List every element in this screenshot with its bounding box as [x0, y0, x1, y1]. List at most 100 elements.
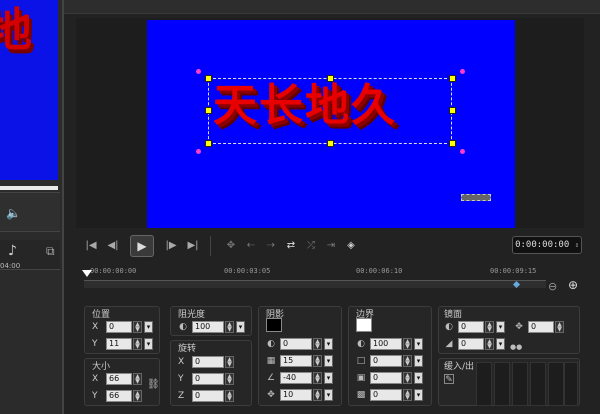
fade-column[interactable]	[548, 362, 564, 406]
fade-column[interactable]	[512, 362, 528, 406]
fade-column[interactable]	[476, 362, 492, 406]
transform-icon[interactable]: ⇥	[322, 237, 340, 255]
align-right-icon[interactable]: ⇢	[262, 237, 280, 255]
mirror-move-stepper[interactable]: ▲ ▼	[555, 321, 564, 333]
border-fill-stepper[interactable]: ▲ ▼	[403, 372, 412, 384]
resize-handle-top-left[interactable]	[205, 75, 212, 82]
preview-canvas[interactable]: 天长地久	[147, 20, 515, 228]
shadow-distance-input[interactable]: 10	[280, 389, 312, 401]
link-icon[interactable]: ⛓	[147, 380, 160, 390]
swap-icon[interactable]: ⇄	[282, 237, 300, 255]
opacity-dropdown[interactable]: ▾	[236, 321, 245, 333]
shadow-angle-input[interactable]: -40	[280, 372, 312, 384]
border-fill-input[interactable]: 0	[370, 372, 402, 384]
fade-edit-icon[interactable]: ✎	[444, 374, 454, 385]
align-left-icon[interactable]: ⇠	[242, 237, 260, 255]
timecode-display[interactable]: 0:00:00:00 ⇕	[512, 236, 582, 254]
shadow-opacity-input[interactable]: 0	[280, 338, 312, 350]
border-soft-stepper[interactable]: ▲ ▼	[403, 389, 412, 401]
opacity-stepper[interactable]: ▲ ▼	[225, 321, 234, 333]
move-icon[interactable]: ✥	[222, 237, 240, 255]
mirror-slider-handle[interactable]: ●●	[510, 343, 522, 351]
border-width-input[interactable]: 0	[370, 355, 402, 367]
shadow-distance-dropdown[interactable]: ▾	[324, 389, 333, 401]
position-x-stepper[interactable]: ▲ ▼	[133, 321, 142, 333]
timeline-track[interactable]	[84, 280, 546, 288]
zoom-in-icon[interactable]: ⊕	[568, 278, 578, 292]
border-opacity-input[interactable]: 100	[370, 338, 402, 350]
border-opacity-stepper[interactable]: ▲ ▼	[403, 338, 412, 350]
apply-icon[interactable]: ◈	[342, 237, 360, 255]
border-width-stepper[interactable]: ▲ ▼	[403, 355, 412, 367]
border-soft-dropdown[interactable]: ▾	[414, 389, 423, 401]
rotation-x-stepper[interactable]: ▲ ▼	[225, 356, 234, 368]
timeline-ruler[interactable]: 00:00:00:00 00:00:03:05 00:00:06:10 00:0…	[76, 262, 546, 292]
go-to-start-icon[interactable]: |◀	[82, 237, 100, 255]
timecode-spin-icon[interactable]: ⇕	[575, 241, 579, 249]
mirror-fade-stepper[interactable]: ▲ ▼	[485, 338, 494, 350]
position-y-dropdown[interactable]: ▾	[144, 338, 153, 350]
border-color-swatch[interactable]	[356, 318, 372, 332]
mirror-opacity-stepper[interactable]: ▲ ▼	[485, 321, 494, 333]
opacity-input[interactable]: 100	[192, 321, 224, 333]
resize-handle-bottom-left[interactable]	[205, 140, 212, 147]
selection-box[interactable]	[208, 78, 452, 144]
rotate-handle-top-right[interactable]	[460, 69, 465, 74]
shadow-angle-dropdown[interactable]: ▾	[324, 372, 333, 384]
window-title-bar[interactable]	[64, 0, 600, 14]
fade-column[interactable]	[564, 362, 578, 406]
rotate-handle-top-left[interactable]	[196, 69, 201, 74]
shadow-distance-stepper[interactable]: ▲ ▼	[313, 389, 322, 401]
volume-icon[interactable]: 🔈	[6, 206, 21, 220]
rotation-z-stepper[interactable]: ▲ ▼	[225, 390, 234, 402]
playhead-marker[interactable]	[82, 270, 92, 277]
position-y-input[interactable]: 11	[106, 338, 132, 350]
shadow-color-swatch[interactable]	[266, 318, 282, 332]
shadow-angle-stepper[interactable]: ▲ ▼	[313, 372, 322, 384]
mirror-fade-dropdown[interactable]: ▾	[496, 338, 505, 350]
play-button[interactable]: ▶	[130, 235, 154, 257]
resize-handle-left[interactable]	[205, 107, 212, 114]
rotation-y-stepper[interactable]: ▲ ▼	[225, 373, 234, 385]
rotation-z-input[interactable]: 0	[192, 390, 224, 402]
size-x-stepper[interactable]: ▲ ▼	[133, 373, 142, 385]
path-icon[interactable]: ⤮	[302, 237, 320, 255]
shadow-blur-input[interactable]: 15	[280, 355, 312, 367]
mirror-opacity-input[interactable]: 0	[458, 321, 484, 333]
next-frame-icon[interactable]: |▶	[162, 237, 180, 255]
shadow-opacity-dropdown[interactable]: ▾	[324, 338, 333, 350]
size-y-input[interactable]: 66	[106, 390, 132, 402]
border-fill-dropdown[interactable]: ▾	[414, 372, 423, 384]
resize-handle-right[interactable]	[449, 107, 456, 114]
resize-handle-bottom[interactable]	[327, 140, 334, 147]
previous-frame-icon[interactable]: ◀|	[104, 237, 122, 255]
shadow-opacity-stepper[interactable]: ▲ ▼	[313, 338, 322, 350]
fade-column[interactable]	[530, 362, 546, 406]
border-opacity-dropdown[interactable]: ▾	[414, 338, 423, 350]
position-y-stepper[interactable]: ▲ ▼	[133, 338, 142, 350]
audio-wave-icon[interactable]: ♪	[8, 243, 17, 259]
mirror-opacity-dropdown[interactable]: ▾	[496, 321, 505, 333]
rotation-x-input[interactable]: 0	[192, 356, 224, 368]
zoom-out-icon[interactable]: ⊖	[548, 280, 557, 293]
safe-area-marker[interactable]	[461, 194, 491, 201]
rotate-handle-bottom-left[interactable]	[196, 149, 201, 154]
subtitle-icon[interactable]: ⧉	[46, 244, 55, 259]
rotate-handle-bottom-right[interactable]	[460, 149, 465, 154]
go-to-end-icon[interactable]: ▶|	[184, 237, 202, 255]
shadow-blur-stepper[interactable]: ▲ ▼	[313, 355, 322, 367]
mirror-fade-input[interactable]: 0	[458, 338, 484, 350]
border-soft-input[interactable]: 0	[370, 389, 402, 401]
size-x-input[interactable]: 66	[106, 373, 132, 385]
resize-handle-top-right[interactable]	[449, 75, 456, 82]
border-width-dropdown[interactable]: ▾	[414, 355, 423, 367]
resize-handle-bottom-right[interactable]	[449, 140, 456, 147]
rotation-y-input[interactable]: 0	[192, 373, 224, 385]
size-y-stepper[interactable]: ▲ ▼	[133, 390, 142, 402]
position-x-dropdown[interactable]: ▾	[144, 321, 153, 333]
fade-column[interactable]	[494, 362, 510, 406]
mirror-move-input[interactable]: 0	[528, 321, 554, 333]
position-x-input[interactable]: 0	[106, 321, 132, 333]
resize-handle-top[interactable]	[327, 75, 334, 82]
shadow-blur-dropdown[interactable]: ▾	[324, 355, 333, 367]
